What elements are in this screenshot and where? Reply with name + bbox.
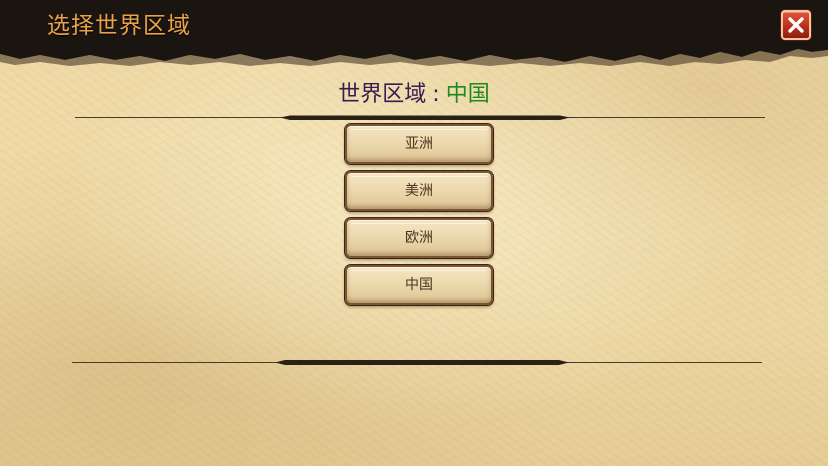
region-select-screen: 选择世界区域 世界区域: 中国 亚洲 美洲 欧洲 中国 <box>0 0 828 466</box>
region-button-asia[interactable]: 亚洲 <box>345 124 493 164</box>
page-title: 选择世界区域 <box>47 13 191 39</box>
region-separator: : <box>432 82 440 107</box>
top-divider <box>75 115 765 121</box>
region-button-americas[interactable]: 美洲 <box>345 171 493 211</box>
region-button-china[interactable]: 中国 <box>345 265 493 305</box>
region-list: 亚洲 美洲 欧洲 中国 <box>345 124 493 312</box>
bottom-divider <box>72 359 762 365</box>
current-region-heading: 世界区域: 中国 <box>0 80 828 110</box>
region-button-europe[interactable]: 欧洲 <box>345 218 493 258</box>
current-region-value: 中国 <box>445 82 490 107</box>
close-button[interactable] <box>781 10 811 40</box>
close-icon <box>788 17 804 33</box>
region-label: 世界区域 <box>338 82 427 107</box>
